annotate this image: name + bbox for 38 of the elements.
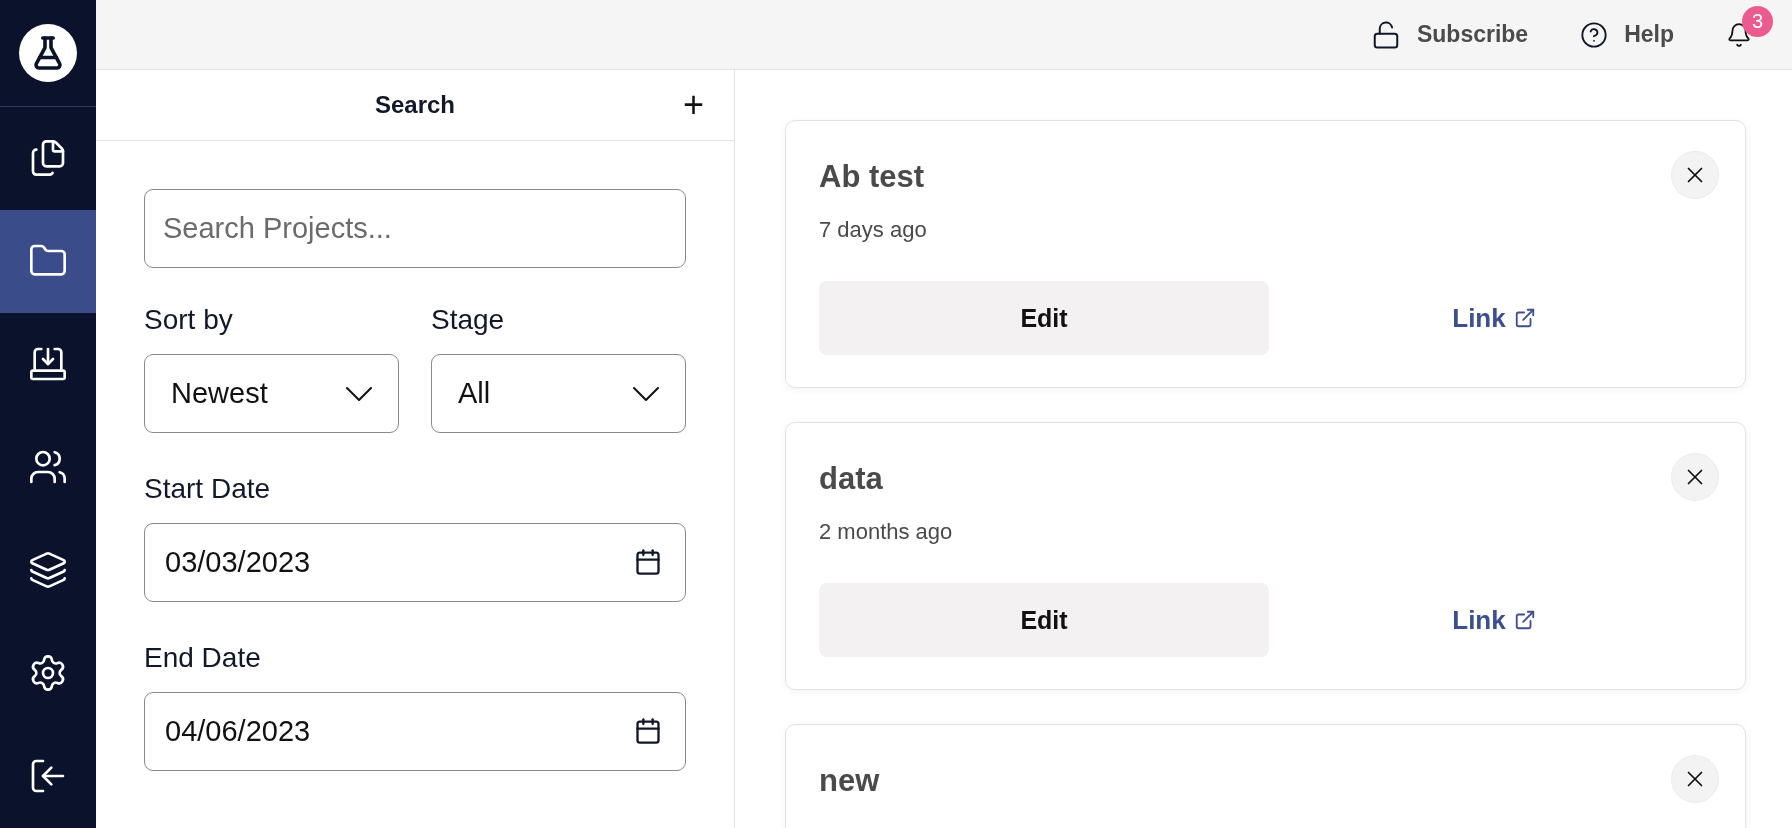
subscribe-button[interactable]: Subscribe [1370, 19, 1529, 50]
project-title: Ab test [819, 159, 925, 195]
sidebar-item[interactable] [0, 209, 96, 313]
flask-logo [19, 24, 77, 82]
panel-title: Search [374, 91, 456, 119]
external-link-icon [1513, 307, 1536, 329]
edit-button[interactable]: Edit [819, 281, 1269, 355]
sort-dropdown[interactable]: Newest [144, 354, 399, 433]
close-button[interactable] [1671, 453, 1719, 501]
calendar-icon [634, 717, 662, 745]
bell-icon [1726, 21, 1752, 48]
search-field[interactable]: Search Projects... [144, 189, 686, 268]
close-button[interactable] [1671, 151, 1719, 199]
edit-button[interactable]: Edit [819, 583, 1269, 657]
project-age: 7 days ago [819, 217, 927, 243]
project-title: data [819, 461, 883, 497]
field-label: Stage [431, 304, 506, 336]
close-button[interactable] [1671, 755, 1719, 803]
help-icon [1580, 20, 1609, 49]
external-link-icon [1513, 609, 1536, 631]
stage-dropdown[interactable]: All [431, 354, 686, 433]
layers-icon [28, 550, 68, 591]
link[interactable]: Link [1452, 604, 1536, 636]
chevron-down-icon [346, 386, 372, 401]
notifications-button[interactable] [1726, 21, 1752, 48]
calendar-icon [634, 548, 662, 576]
project-title: new [819, 763, 880, 799]
project-age: 2 months ago [819, 519, 953, 545]
date-field[interactable]: 04/06/2023 [144, 692, 686, 771]
add-button[interactable]: + [678, 85, 708, 125]
field-label: End Date [144, 642, 262, 674]
field-label: Start Date [144, 473, 272, 505]
field-label: Sort by [144, 304, 234, 336]
notification-badge: 3 [1742, 5, 1773, 37]
help-button[interactable]: Help [1580, 20, 1674, 49]
link[interactable]: Link [1452, 302, 1536, 334]
date-field[interactable]: 03/03/2023 [144, 523, 686, 602]
chevron-down-icon [633, 386, 659, 401]
